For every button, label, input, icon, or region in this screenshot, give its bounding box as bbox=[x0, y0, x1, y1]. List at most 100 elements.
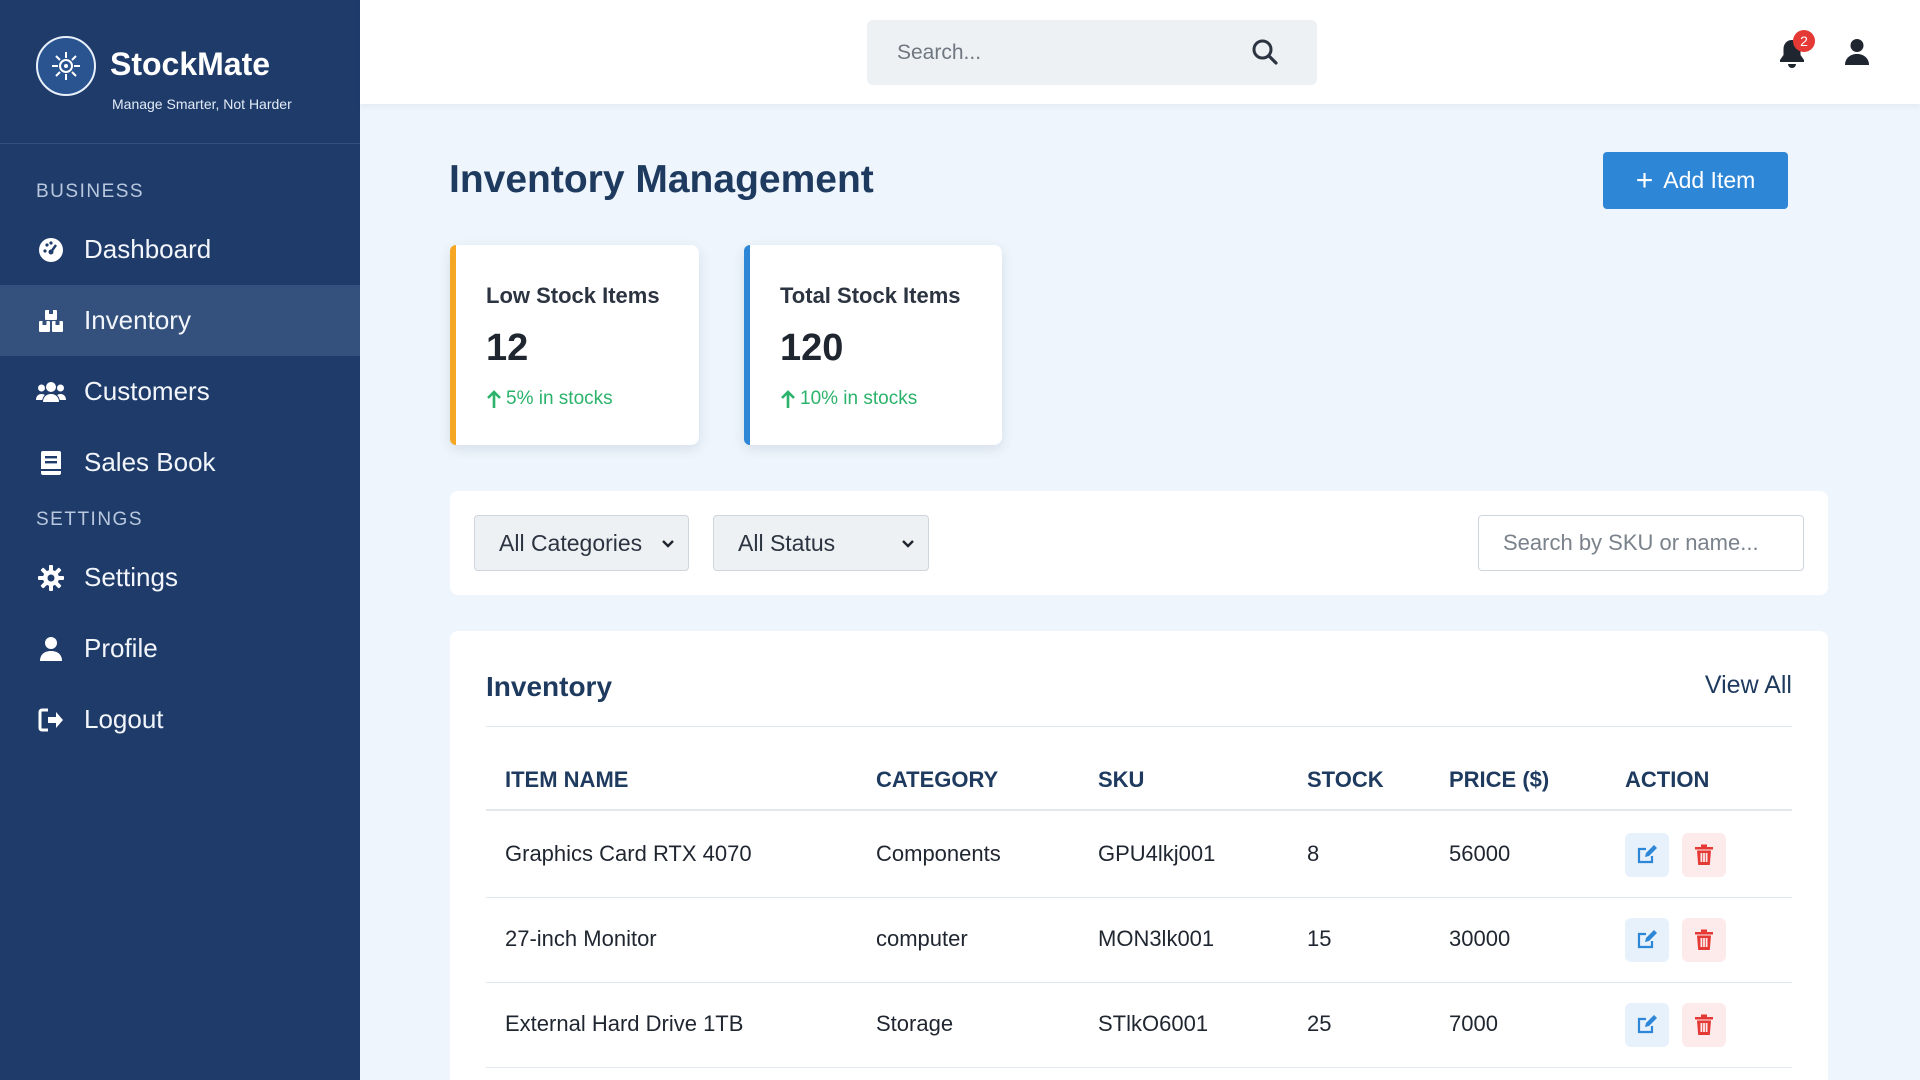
cell-sku: MON3lk001 bbox=[1098, 926, 1215, 951]
column-header: ACTION bbox=[1625, 767, 1710, 792]
sidebar-item-profile[interactable]: Profile bbox=[0, 613, 360, 684]
trash-icon bbox=[1695, 1014, 1713, 1035]
boxes-icon bbox=[36, 306, 66, 336]
edit-icon bbox=[1637, 1015, 1657, 1034]
sidebar: StockMate Manage Smarter, Not Harder BUS… bbox=[0, 0, 360, 1080]
edit-button[interactable] bbox=[1625, 918, 1669, 962]
trash-icon bbox=[1695, 844, 1713, 865]
stat-trend-text: 5% in stocks bbox=[506, 388, 613, 409]
stat-trend: 10% in stocks bbox=[780, 388, 1002, 410]
user-account-icon[interactable] bbox=[1844, 38, 1872, 68]
stat-value: 12 bbox=[486, 327, 529, 369]
plus-icon: + bbox=[1635, 163, 1654, 197]
cell-stock: 15 bbox=[1307, 926, 1332, 951]
stat-card-total-stock: Total Stock Items 120 10% in stocks bbox=[744, 245, 1002, 445]
nav-section-business: BUSINESS bbox=[36, 181, 145, 202]
sidebar-item-label: Settings bbox=[84, 562, 178, 592]
stat-label: Low Stock Items bbox=[486, 283, 660, 308]
column-header: CATEGORY bbox=[876, 767, 999, 792]
stat-trend-text: 10% in stocks bbox=[800, 388, 918, 409]
brand-name: StockMate bbox=[110, 46, 271, 82]
brand: StockMate Manage Smarter, Not Harder bbox=[0, 0, 360, 144]
column-header: SKU bbox=[1098, 767, 1145, 792]
delete-button[interactable] bbox=[1682, 1003, 1726, 1047]
cell-price: 56000 bbox=[1449, 841, 1511, 866]
cell-category: Components bbox=[876, 841, 1001, 866]
chevron-down-icon bbox=[902, 540, 914, 548]
cell-item-name: Graphics Card RTX 4070 bbox=[505, 841, 752, 866]
delete-button[interactable] bbox=[1682, 833, 1726, 877]
cell-sku: STlkO6001 bbox=[1098, 1011, 1209, 1036]
status-select-value: All Status bbox=[738, 529, 836, 556]
edit-button[interactable] bbox=[1625, 833, 1669, 877]
book-icon bbox=[36, 448, 66, 478]
sidebar-item-label: Profile bbox=[84, 633, 158, 663]
cell-price: 7000 bbox=[1449, 1011, 1498, 1036]
add-item-button[interactable]: + Add Item bbox=[1603, 152, 1788, 209]
stat-accent-bar bbox=[744, 245, 750, 445]
filter-panel: All Categories All Status bbox=[450, 491, 1828, 595]
inventory-table-panel: Inventory View All ITEM NAME CATEGORY SK… bbox=[450, 631, 1828, 1080]
category-select-value: All Categories bbox=[499, 529, 643, 556]
status-select[interactable]: All Status bbox=[713, 515, 929, 571]
user-icon bbox=[36, 634, 66, 664]
cell-item-name: External Hard Drive 1TB bbox=[505, 1011, 744, 1036]
column-header: STOCK bbox=[1307, 767, 1384, 792]
cell-category: Storage bbox=[876, 1011, 954, 1036]
stat-accent-bar bbox=[450, 245, 456, 445]
search-input[interactable] bbox=[897, 40, 1237, 65]
dashboard-gauge-icon bbox=[36, 235, 66, 265]
table-row: 27-inch Monitor computer MON3lk001 15 30… bbox=[486, 898, 1792, 983]
stat-card-low-stock: Low Stock Items 12 5% in stocks bbox=[450, 245, 699, 445]
divider bbox=[486, 726, 1792, 727]
gear-icon bbox=[36, 563, 66, 593]
cell-price: 30000 bbox=[1449, 926, 1511, 951]
chevron-down-icon bbox=[662, 540, 674, 548]
arrow-up-icon bbox=[781, 390, 795, 408]
stat-value: 120 bbox=[780, 327, 844, 369]
sidebar-item-customers[interactable]: Customers bbox=[0, 356, 360, 427]
search-icon[interactable] bbox=[1251, 38, 1279, 71]
add-item-label: Add Item bbox=[1663, 167, 1756, 193]
arrow-up-icon bbox=[487, 390, 501, 408]
cell-sku: GPU4lkj001 bbox=[1098, 841, 1216, 866]
trash-icon bbox=[1695, 929, 1713, 950]
cell-item-name: 27-inch Monitor bbox=[505, 926, 657, 951]
edit-icon bbox=[1637, 845, 1657, 864]
brand-tagline: Manage Smarter, Not Harder bbox=[112, 96, 292, 112]
delete-button[interactable] bbox=[1682, 918, 1726, 962]
table-header: ITEM NAME CATEGORY SKU STOCK PRICE ($) A… bbox=[486, 751, 1792, 811]
edit-icon bbox=[1637, 930, 1657, 949]
global-search bbox=[867, 20, 1317, 85]
notification-badge: 2 bbox=[1793, 30, 1815, 52]
view-all-link[interactable]: View All bbox=[1705, 671, 1792, 700]
stat-trend: 5% in stocks bbox=[486, 388, 699, 410]
category-select[interactable]: All Categories bbox=[474, 515, 689, 571]
sidebar-item-label: Sales Book bbox=[84, 447, 216, 477]
top-bar: 2 bbox=[360, 0, 1920, 104]
sidebar-item-settings[interactable]: Settings bbox=[0, 542, 360, 613]
edit-button[interactable] bbox=[1625, 1003, 1669, 1047]
table-title: Inventory bbox=[486, 671, 613, 702]
sign-out-icon bbox=[36, 705, 66, 735]
sidebar-item-label: Customers bbox=[84, 376, 210, 406]
page-title: Inventory Management bbox=[449, 158, 874, 201]
cell-stock: 8 bbox=[1307, 841, 1320, 866]
sidebar-item-label: Logout bbox=[84, 704, 164, 734]
stat-label: Total Stock Items bbox=[780, 283, 961, 308]
nav-section-settings: SETTINGS bbox=[36, 509, 144, 530]
logo-icon bbox=[36, 36, 96, 96]
sidebar-item-label: Inventory bbox=[84, 305, 191, 335]
cell-category: computer bbox=[876, 926, 968, 951]
sku-search-input[interactable] bbox=[1478, 515, 1804, 571]
sidebar-item-label: Dashboard bbox=[84, 234, 212, 264]
sidebar-item-sales-book[interactable]: Sales Book bbox=[0, 427, 360, 498]
sidebar-item-dashboard[interactable]: Dashboard bbox=[0, 214, 360, 285]
table-row: External Hard Drive 1TB Storage STlkO600… bbox=[486, 983, 1792, 1068]
users-icon bbox=[36, 377, 66, 407]
table-row: Graphics Card RTX 4070 Components GPU4lk… bbox=[486, 813, 1792, 898]
column-header: ITEM NAME bbox=[505, 767, 629, 792]
sidebar-item-logout[interactable]: Logout bbox=[0, 684, 360, 755]
column-header: PRICE ($) bbox=[1449, 767, 1550, 792]
sidebar-item-inventory[interactable]: Inventory bbox=[0, 285, 360, 356]
